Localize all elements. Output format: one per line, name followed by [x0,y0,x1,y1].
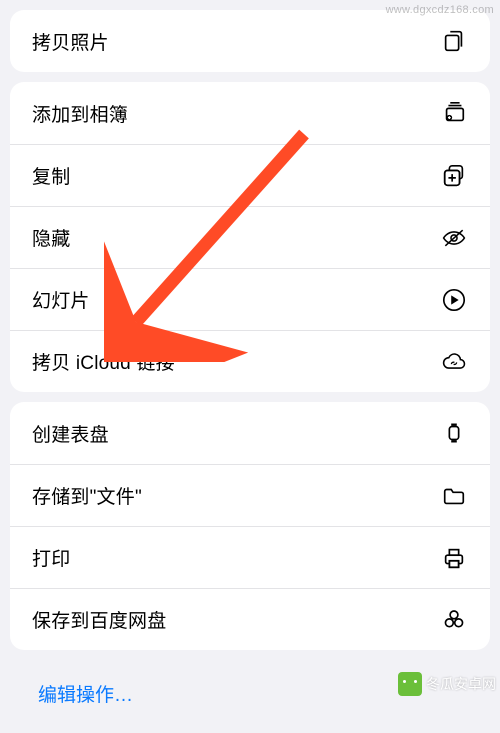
row-print[interactable]: 打印 [10,526,490,588]
row-copy-photo-label: 拷贝照片 [32,28,109,55]
action-group-2: 添加到相簿 复制 隐藏 幻灯片 拷贝 iCloud 链接 [10,82,490,392]
row-add-to-album[interactable]: 添加到相簿 [10,82,490,144]
print-icon [440,544,468,572]
share-sheet: 拷贝照片 添加到相簿 复制 隐藏 幻灯片 [0,0,500,733]
action-group-3: 创建表盘 存储到"文件" 打印 保存到百度网盘 [10,402,490,650]
hide-icon [440,224,468,252]
row-save-to-files-label: 存储到"文件" [32,482,142,509]
row-print-label: 打印 [32,544,70,571]
row-create-watch-face[interactable]: 创建表盘 [10,402,490,464]
action-group-1: 拷贝照片 [10,10,490,72]
watch-face-icon [440,419,468,447]
android-robot-icon [398,672,422,696]
row-hide-label: 隐藏 [32,224,70,251]
watermark-brand: 冬瓜安卓网 [398,672,496,696]
row-duplicate[interactable]: 复制 [10,144,490,206]
watermark-url: www.dgxcdz168.com [386,4,494,16]
save-to-files-icon [440,482,468,510]
row-save-to-baidu-pan[interactable]: 保存到百度网盘 [10,588,490,650]
row-save-to-baidu-pan-label: 保存到百度网盘 [32,606,166,633]
row-create-watch-face-label: 创建表盘 [32,420,109,447]
add-to-album-icon [440,99,468,127]
row-duplicate-label: 复制 [32,162,70,189]
row-save-to-files[interactable]: 存储到"文件" [10,464,490,526]
row-copy-icloud-link-label: 拷贝 iCloud 链接 [32,348,175,375]
row-slideshow[interactable]: 幻灯片 [10,268,490,330]
row-copy-icloud-link[interactable]: 拷贝 iCloud 链接 [10,330,490,392]
duplicate-icon [440,162,468,190]
row-add-to-album-label: 添加到相簿 [32,100,128,127]
copy-photo-icon [440,27,468,55]
icloud-link-icon [440,348,468,376]
watermark-brand-text: 冬瓜安卓网 [426,674,496,694]
baidu-pan-icon [440,606,468,634]
row-slideshow-label: 幻灯片 [32,286,90,313]
row-copy-photo[interactable]: 拷贝照片 [10,10,490,72]
row-hide[interactable]: 隐藏 [10,206,490,268]
slideshow-icon [440,286,468,314]
